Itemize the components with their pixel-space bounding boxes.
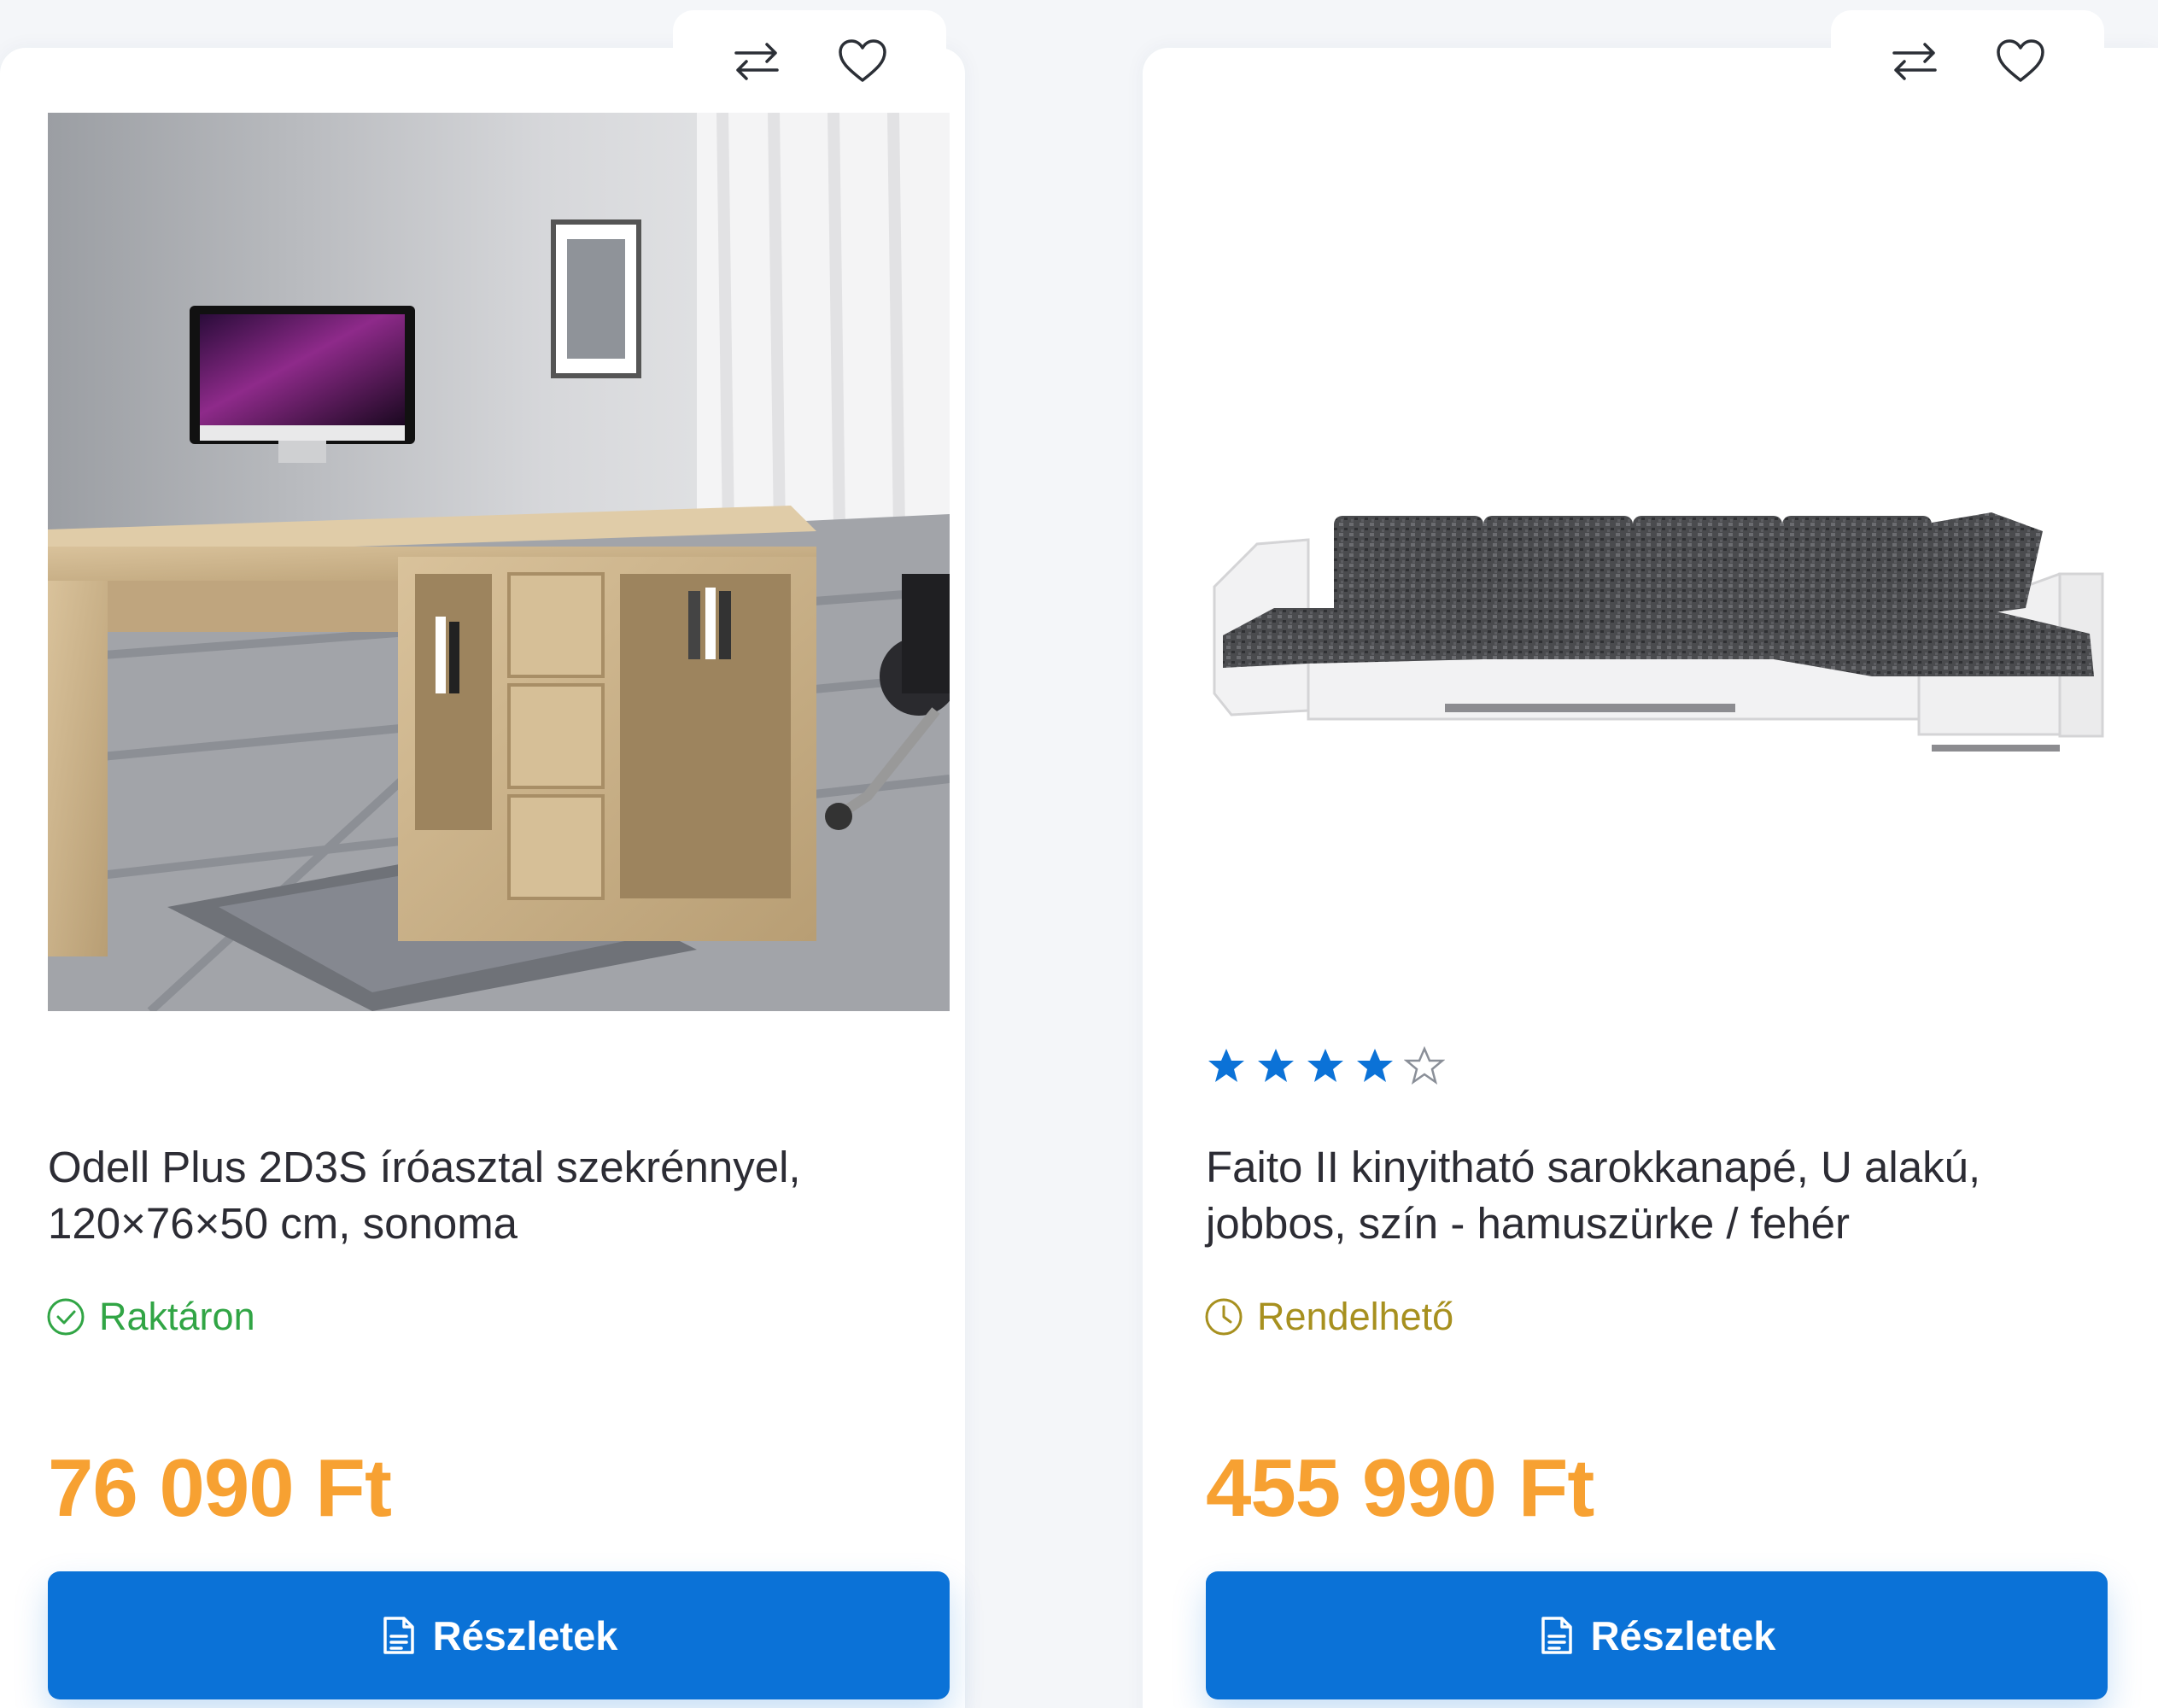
stock-status: Rendelhető: [1204, 1295, 1453, 1339]
card-actions: [1831, 10, 2104, 113]
product-price: 76 090 Ft: [48, 1442, 392, 1534]
sofa-photo: [1213, 512, 2104, 752]
star-filled-icon: [1307, 1049, 1343, 1082]
heart-icon: [1997, 39, 2044, 82]
stock-status-label: Raktáron: [99, 1295, 255, 1338]
wishlist-button[interactable]: [828, 27, 897, 96]
compare-arrows-icon: [734, 43, 779, 80]
star-filled-icon: [1258, 1049, 1294, 1082]
product-image[interactable]: [48, 113, 950, 1011]
wishlist-button[interactable]: [1986, 27, 2055, 96]
stock-status: Raktáron: [46, 1295, 255, 1339]
product-price: 455 990 Ft: [1206, 1442, 1594, 1534]
product-grid: Odell Plus 2D3S íróasztal szekrénnyel, 1…: [0, 0, 2158, 1708]
product-card: Faito II kinyitható sarokkanapé, U alakú…: [1143, 10, 2158, 1708]
details-button-label: Részletek: [1590, 1612, 1776, 1658]
clock-icon: [1205, 1298, 1243, 1336]
compare-arrows-icon: [1892, 43, 1937, 80]
star-filled-icon: [1357, 1049, 1393, 1082]
details-button[interactable]: Részletek: [48, 1571, 950, 1699]
product-card: Odell Plus 2D3S íróasztal szekrénnyel, 1…: [0, 10, 965, 1708]
check-circle-icon: [47, 1298, 85, 1336]
product-title[interactable]: Odell Plus 2D3S íróasztal szekrénnyel, 1…: [48, 1139, 953, 1252]
desk-photo: [48, 113, 950, 1011]
document-icon: [383, 1617, 414, 1654]
heart-icon: [839, 39, 886, 82]
details-button-label: Részletek: [432, 1612, 618, 1658]
card-actions: [673, 10, 946, 113]
document-icon: [1541, 1617, 1572, 1654]
rating-stars: [1206, 1045, 1445, 1086]
product-title[interactable]: Faito II kinyitható sarokkanapé, U alakú…: [1206, 1139, 2128, 1252]
star-filled-icon: [1208, 1049, 1244, 1082]
stock-status-label: Rendelhető: [1257, 1295, 1454, 1338]
product-image[interactable]: [1206, 113, 2108, 1011]
compare-button[interactable]: [1880, 27, 1949, 96]
star-empty-icon: [1404, 1045, 1445, 1085]
details-button[interactable]: Részletek: [1206, 1571, 2108, 1699]
compare-button[interactable]: [722, 27, 791, 96]
